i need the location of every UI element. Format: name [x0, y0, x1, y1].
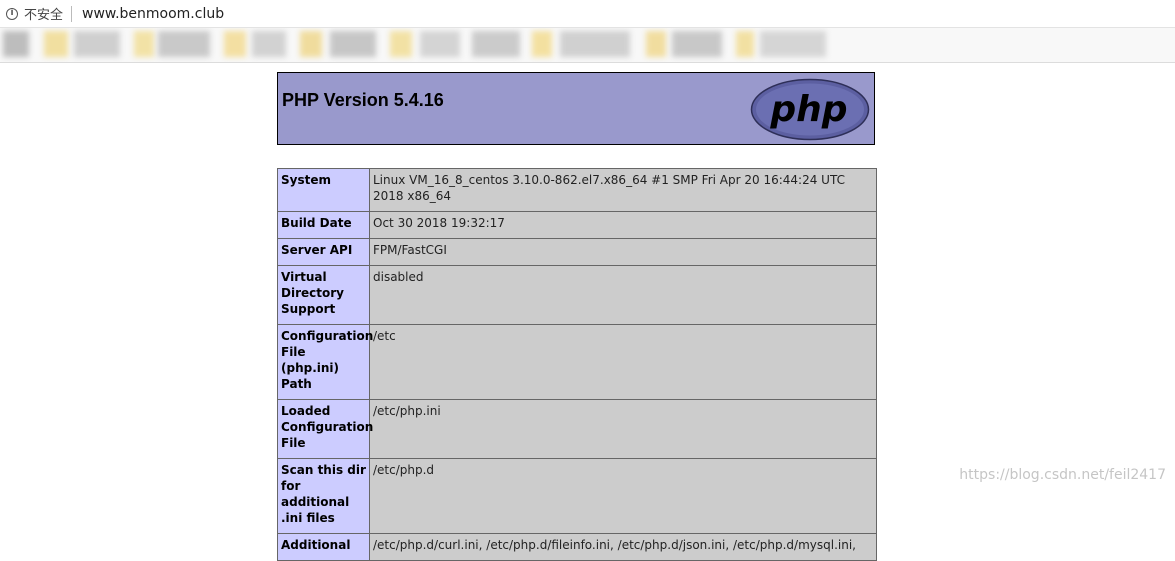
blurred-bookmark[interactable]	[224, 31, 246, 57]
blurred-bookmark[interactable]	[560, 31, 630, 57]
row-key: Server API	[277, 238, 370, 266]
row-key: Additional	[277, 533, 370, 561]
table-row: Server API FPM/FastCGI	[277, 238, 877, 266]
row-value: /etc	[369, 324, 877, 400]
row-key: Configuration File (php.ini) Path	[277, 324, 373, 400]
url-text[interactable]: www.benmoom.club	[82, 6, 224, 22]
row-key: Scan this dir for additional .ini files	[277, 458, 370, 534]
php-logo-text: php	[769, 89, 847, 130]
row-value: disabled	[369, 265, 877, 325]
divider	[71, 5, 73, 22]
info-icon[interactable]: i	[6, 7, 18, 20]
row-key: Virtual Directory Support	[277, 265, 370, 325]
table-row: Build Date Oct 30 2018 19:32:17	[277, 211, 877, 239]
blurred-bookmark[interactable]	[532, 31, 552, 57]
row-key: Build Date	[277, 211, 370, 239]
address-bar[interactable]: i 不安全 www.benmoom.club	[0, 0, 1175, 28]
blurred-bookmark[interactable]	[672, 31, 722, 57]
row-value: FPM/FastCGI	[369, 238, 877, 266]
blurred-bookmark[interactable]	[252, 31, 286, 57]
watermark: https://blog.csdn.net/feil2417	[959, 467, 1166, 483]
blurred-bookmark[interactable]	[330, 31, 376, 57]
row-value: /etc/php.d	[369, 458, 877, 534]
blurred-bookmark[interactable]	[760, 31, 826, 57]
php-info-table: System Linux VM_16_8_centos 3.10.0-862.e…	[277, 168, 877, 561]
bookmarks-bar[interactable]	[0, 28, 1175, 63]
security-label[interactable]: 不安全	[24, 4, 63, 23]
row-key: System	[277, 168, 370, 212]
row-value: /etc/php.d/curl.ini, /etc/php.d/fileinfo…	[369, 533, 877, 561]
blurred-bookmark[interactable]	[472, 31, 520, 57]
table-row: Virtual Directory Support disabled	[277, 265, 877, 325]
row-value: Oct 30 2018 19:32:17	[369, 211, 877, 239]
table-row: Configuration File (php.ini) Path /etc	[277, 324, 877, 400]
blurred-bookmark[interactable]	[44, 31, 68, 57]
blurred-bookmark[interactable]	[134, 31, 154, 57]
row-key: Loaded Configuration File	[277, 399, 373, 459]
php-logo-icon: php	[750, 78, 870, 141]
blurred-bookmark[interactable]	[736, 31, 754, 57]
table-row: Additional /etc/php.d/curl.ini, /etc/php…	[277, 533, 877, 561]
php-version-header: PHP Version 5.4.16 php	[277, 72, 875, 145]
blurred-bookmark[interactable]	[646, 31, 666, 57]
blurred-bookmark[interactable]	[3, 31, 29, 57]
blurred-bookmark[interactable]	[74, 31, 120, 57]
table-row: Scan this dir for additional .ini files …	[277, 458, 877, 534]
blurred-bookmark[interactable]	[300, 31, 322, 57]
table-row: System Linux VM_16_8_centos 3.10.0-862.e…	[277, 168, 877, 212]
blurred-bookmark[interactable]	[158, 31, 210, 57]
blurred-bookmark[interactable]	[390, 31, 412, 57]
row-value: /etc/php.ini	[369, 399, 877, 459]
table-row: Loaded Configuration File /etc/php.ini	[277, 399, 877, 459]
page-title: PHP Version 5.4.16	[282, 90, 444, 110]
row-value: Linux VM_16_8_centos 3.10.0-862.el7.x86_…	[369, 168, 877, 212]
blurred-bookmark[interactable]	[420, 31, 460, 57]
